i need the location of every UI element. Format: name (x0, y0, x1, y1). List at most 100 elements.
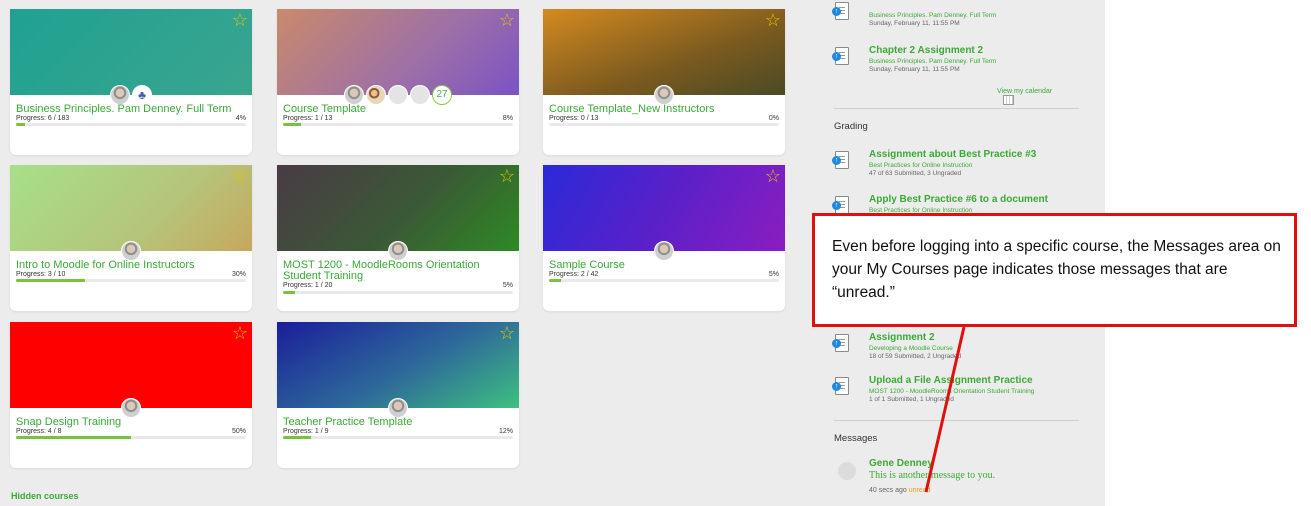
favourite-star-icon[interactable]: ☆ (765, 167, 781, 185)
grading-course: Developing a Moodle Course (869, 345, 953, 352)
progress-percent: 0% (768, 115, 779, 122)
progress-text: Progress: 2 / 42 (549, 271, 599, 278)
teacher-avatar[interactable] (654, 85, 674, 105)
course-banner (277, 9, 519, 95)
deadline-date: Sunday, February 11, 11:55 PM (869, 66, 960, 73)
teacher-avatar[interactable] (121, 241, 141, 261)
progress-text: Progress: 1 / 9 (283, 428, 329, 435)
teacher-avatar[interactable] (654, 241, 674, 261)
course-card[interactable]: ☆ Course Template_New Instructors Progre… (543, 9, 785, 155)
message-sender[interactable]: Gene Denney (869, 458, 933, 469)
sender-avatar (838, 462, 856, 480)
participant-avatars (543, 85, 785, 105)
course-title[interactable]: Intro to Moodle for Online Instructors (16, 260, 246, 271)
favourite-star-icon[interactable]: ☆ (232, 167, 248, 185)
teacher-avatar[interactable]: ♣ (132, 85, 152, 105)
course-card[interactable]: ☆ Snap Design Training Progress: 4 / 8 5… (10, 322, 252, 468)
progress-percent: 12% (498, 428, 513, 435)
annotation-callout: Even before logging into a specific cour… (812, 213, 1297, 327)
progress-bar (283, 291, 513, 294)
teacher-avatar[interactable] (121, 398, 141, 418)
course-card[interactable]: ☆ Intro to Moodle for Online Instructors… (10, 165, 252, 311)
course-card[interactable]: ☆ 27 Course Template Progress: 1 / 13 8% (277, 9, 519, 155)
participant-avatars: ♣ (10, 85, 252, 105)
progress-text: Progress: 6 / 183 (16, 115, 70, 122)
message-time: 40 secs ago (869, 487, 907, 494)
deadline-date: Sunday, February 11, 11:55 PM (869, 20, 960, 27)
favourite-star-icon[interactable]: ☆ (232, 324, 248, 342)
course-banner (277, 322, 519, 408)
assignment-icon: ↑ (832, 151, 849, 170)
participant-avatars (10, 241, 252, 261)
favourite-star-icon[interactable]: ☆ (499, 11, 515, 29)
progress-bar (16, 123, 246, 126)
course-title[interactable]: Business Principles. Pam Denney. Full Te… (16, 104, 246, 115)
grading-status: 18 of 59 Submitted, 2 Ungraded (869, 353, 962, 360)
participant-count[interactable]: 27 (432, 85, 452, 105)
participant-avatars (277, 398, 519, 418)
teacher-avatar[interactable] (110, 85, 130, 105)
hidden-courses-link[interactable]: Hidden courses (11, 491, 79, 501)
teacher-avatar[interactable] (388, 398, 408, 418)
assignment-icon: ↑ (832, 334, 849, 353)
teacher-avatar[interactable] (388, 85, 408, 105)
course-card[interactable]: ☆ ♣ Business Principles. Pam Denney. Ful… (10, 9, 252, 155)
callout-text: Even before logging into a specific cour… (832, 238, 1281, 301)
teacher-avatar[interactable] (388, 241, 408, 261)
grading-title[interactable]: Assignment 2 (869, 332, 935, 343)
deadline-title[interactable]: Chapter 2 Assignment 2 (869, 45, 983, 56)
teacher-avatar[interactable] (344, 85, 364, 105)
view-calendar-link[interactable]: View my calendar (997, 88, 1069, 105)
course-card[interactable]: ☆ Teacher Practice Template Progress: 1 … (277, 322, 519, 468)
progress-bar (549, 123, 779, 126)
progress-text: Progress: 4 / 8 (16, 428, 62, 435)
grading-title[interactable]: Upload a File Assignment Practice (869, 375, 1033, 386)
progress-text: Progress: 0 / 13 (549, 115, 599, 122)
course-title[interactable]: Sample Course (549, 260, 779, 271)
favourite-star-icon[interactable]: ☆ (765, 11, 781, 29)
progress-percent: 50% (231, 428, 246, 435)
favourite-star-icon[interactable]: ☆ (499, 167, 515, 185)
progress-percent: 5% (768, 271, 779, 278)
progress-percent: 4% (235, 115, 246, 122)
favourite-star-icon[interactable]: ☆ (499, 324, 515, 342)
grading-heading: Grading (834, 121, 868, 132)
grading-title[interactable]: Assignment about Best Practice #3 (869, 149, 1036, 160)
message-text: This is another message to you. (869, 470, 996, 481)
course-banner (543, 9, 785, 95)
course-banner (10, 322, 252, 408)
calendar-icon (1003, 95, 1014, 105)
course-title[interactable]: Course Template_New Instructors (549, 104, 779, 115)
progress-bar (16, 279, 246, 282)
favourite-star-icon[interactable]: ☆ (232, 11, 248, 29)
progress-percent: 8% (502, 115, 513, 122)
course-banner (543, 165, 785, 251)
teacher-avatar[interactable] (410, 85, 430, 105)
course-banner (10, 165, 252, 251)
course-card[interactable]: ☆ MOST 1200 - MoodleRooms Orientation St… (277, 165, 519, 311)
grading-status: 1 of 1 Submitted, 1 Ungraded (869, 396, 954, 403)
grading-course: MOST 1200 - MoodleRooms Orientation Stud… (869, 388, 1035, 395)
progress-bar (283, 123, 513, 126)
view-calendar-label[interactable]: View my calendar (997, 88, 1052, 95)
assignment-icon: ↑ (832, 377, 849, 396)
progress-bar (549, 279, 779, 282)
progress-percent: 5% (502, 282, 513, 289)
teacher-avatar[interactable] (366, 85, 386, 105)
course-title[interactable]: Teacher Practice Template (283, 417, 513, 428)
participant-avatars: 27 (277, 85, 519, 105)
unread-label: unread (908, 487, 931, 494)
deadline-course: Business Principles. Pam Denney. Full Te… (869, 12, 997, 19)
divider (834, 420, 1079, 421)
course-card[interactable]: ☆ Sample Course Progress: 2 / 42 5% (543, 165, 785, 311)
course-banner (277, 165, 519, 251)
course-title[interactable]: Snap Design Training (16, 417, 246, 428)
divider (834, 108, 1079, 109)
course-title[interactable]: Course Template (283, 104, 513, 115)
deadline-course: Business Principles. Pam Denney. Full Te… (869, 58, 997, 65)
progress-text: Progress: 1 / 20 (283, 282, 333, 289)
progress-text: Progress: 3 / 10 (16, 271, 66, 278)
course-title[interactable]: MOST 1200 - MoodleRooms Orientation Stud… (283, 260, 513, 282)
grading-title[interactable]: Apply Best Practice #6 to a document (869, 194, 1048, 205)
progress-percent: 30% (231, 271, 246, 278)
